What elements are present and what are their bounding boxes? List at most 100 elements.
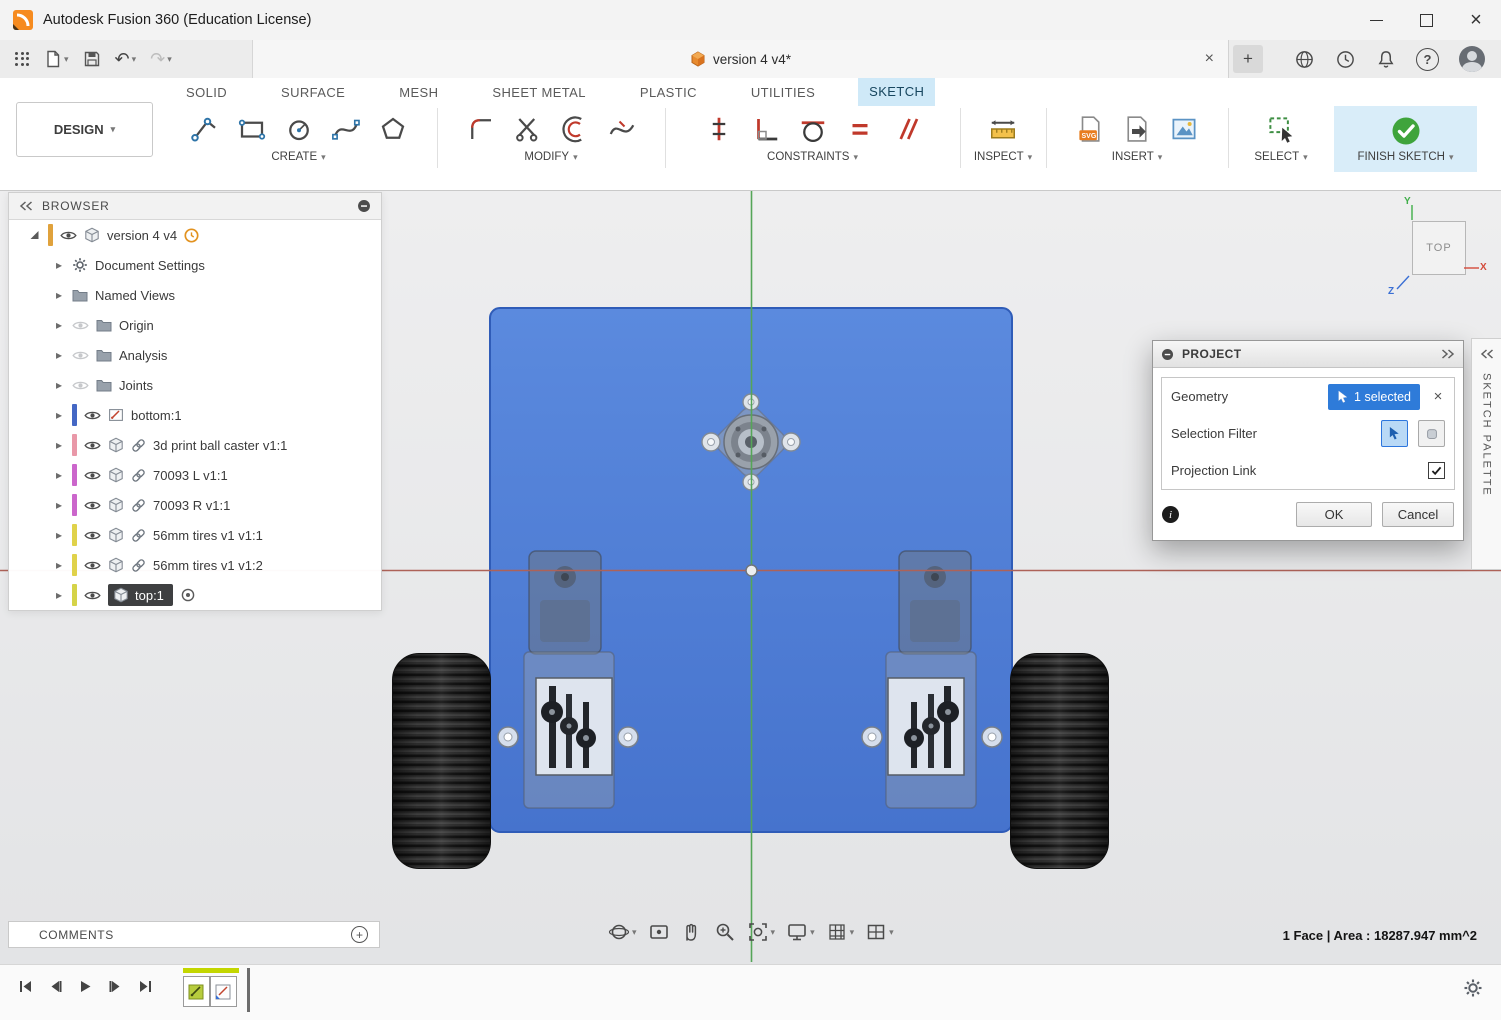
expand-panel-icon[interactable] bbox=[1480, 349, 1494, 359]
close-document-icon[interactable]: × bbox=[1205, 50, 1214, 68]
viewports-button[interactable]: ▾ bbox=[863, 919, 896, 945]
maximize-button[interactable] bbox=[1401, 0, 1451, 40]
bell-icon[interactable] bbox=[1376, 49, 1396, 70]
zoom-fit-button[interactable]: ▾ bbox=[745, 919, 778, 945]
expand-right-icon[interactable] bbox=[1441, 349, 1455, 359]
clear-selection-icon[interactable]: × bbox=[1431, 388, 1445, 405]
help-icon[interactable]: ? bbox=[1416, 48, 1439, 71]
browser-item-70093-r[interactable]: ▸ 70093 R v1:1 bbox=[9, 490, 381, 520]
geometry-selected-chip[interactable]: 1 selected bbox=[1328, 384, 1420, 410]
constraint-parallel[interactable] bbox=[889, 111, 925, 147]
expand-arrow-icon[interactable]: ▸ bbox=[53, 558, 65, 572]
timeline-position-marker[interactable] bbox=[247, 968, 250, 1012]
circle-tool[interactable] bbox=[281, 111, 317, 147]
insert-group-label[interactable]: INSERT bbox=[1112, 151, 1154, 163]
zoom-button[interactable] bbox=[712, 919, 738, 945]
expand-arrow-icon[interactable]: ▸ bbox=[53, 438, 65, 452]
new-document-button[interactable]: + bbox=[1233, 45, 1263, 73]
constraint-perpendicular[interactable] bbox=[748, 111, 784, 147]
expand-arrow-icon[interactable]: ▸ bbox=[53, 408, 65, 422]
visibility-eye-icon[interactable] bbox=[84, 410, 101, 421]
visibility-eye-icon[interactable] bbox=[72, 380, 89, 391]
tab-solid[interactable]: SOLID bbox=[186, 85, 227, 100]
view-cube[interactable]: TOP Y X Z bbox=[1385, 198, 1489, 302]
selected-item-highlight[interactable]: top:1 bbox=[108, 584, 173, 606]
look-at-button[interactable] bbox=[646, 919, 672, 945]
close-window-button[interactable]: × bbox=[1451, 0, 1501, 40]
visibility-eye-icon[interactable] bbox=[72, 350, 89, 361]
document-tab[interactable]: version 4 v4* × bbox=[253, 40, 1229, 78]
browser-item-tires-2[interactable]: ▸ 56mm tires v1 v1:2 bbox=[9, 550, 381, 580]
timeline-feature-sketch-1[interactable] bbox=[183, 976, 210, 1007]
avatar[interactable] bbox=[1459, 46, 1485, 72]
offset-tool[interactable] bbox=[557, 111, 593, 147]
tab-surface[interactable]: SURFACE bbox=[281, 85, 345, 100]
add-comment-icon[interactable]: + bbox=[351, 926, 368, 943]
tab-plastic[interactable]: PLASTIC bbox=[640, 85, 697, 100]
browser-item-tires-1[interactable]: ▸ 56mm tires v1 v1:1 bbox=[9, 520, 381, 550]
visibility-eye-icon[interactable] bbox=[60, 230, 77, 241]
activate-component-icon[interactable] bbox=[180, 587, 196, 603]
display-settings-button[interactable]: ▾ bbox=[784, 919, 817, 945]
collapse-left-icon[interactable] bbox=[19, 201, 33, 211]
redo-button[interactable]: ↷▾ bbox=[145, 47, 177, 71]
globe-icon[interactable] bbox=[1294, 49, 1315, 70]
design-workspace-selector[interactable]: DESIGN ▾ bbox=[16, 102, 153, 157]
selection-filter-body-button[interactable] bbox=[1418, 420, 1445, 447]
constraints-group-label[interactable]: CONSTRAINTS bbox=[767, 151, 849, 163]
expand-arrow-icon[interactable]: ▸ bbox=[53, 588, 65, 602]
browser-item-root[interactable]: version 4 v4 bbox=[9, 220, 381, 250]
play-button[interactable] bbox=[78, 979, 93, 994]
create-group-label[interactable]: CREATE bbox=[271, 151, 317, 163]
skip-to-end-button[interactable] bbox=[138, 979, 153, 994]
spline-tool[interactable] bbox=[328, 111, 364, 147]
pan-button[interactable] bbox=[679, 919, 705, 945]
sketch-line-tool[interactable] bbox=[187, 111, 223, 147]
select-group-label[interactable]: SELECT bbox=[1254, 151, 1299, 163]
expanded-arrow-icon[interactable] bbox=[29, 230, 41, 241]
expand-arrow-icon[interactable]: ▸ bbox=[53, 528, 65, 542]
timeline-feature-sketch-2[interactable] bbox=[210, 976, 237, 1007]
curve-tool[interactable] bbox=[604, 111, 640, 147]
browser-item-analysis[interactable]: ▸ Analysis bbox=[9, 340, 381, 370]
tab-sketch[interactable]: SKETCH bbox=[858, 78, 935, 106]
browser-item-bottom-component[interactable]: ▸ bottom:1 bbox=[9, 400, 381, 430]
minimize-panel-icon[interactable] bbox=[357, 199, 371, 213]
visibility-eye-icon[interactable] bbox=[84, 470, 101, 481]
step-forward-button[interactable] bbox=[108, 979, 123, 994]
sketch-palette-tab[interactable]: SKETCH PALETTE bbox=[1471, 338, 1501, 570]
grid-settings-button[interactable]: ▾ bbox=[824, 919, 857, 945]
insert-derive-tool[interactable] bbox=[1119, 111, 1155, 147]
rectangle-tool[interactable] bbox=[234, 111, 270, 147]
expand-arrow-icon[interactable]: ▸ bbox=[53, 258, 65, 272]
constraint-equal[interactable] bbox=[842, 111, 878, 147]
orbit-button[interactable]: ▾ bbox=[606, 919, 639, 945]
save-button[interactable] bbox=[78, 47, 106, 71]
insert-canvas-tool[interactable] bbox=[1166, 111, 1202, 147]
info-icon[interactable]: i bbox=[1162, 506, 1179, 523]
timeline-settings-gear-icon[interactable] bbox=[1463, 978, 1483, 998]
modify-group-label[interactable]: MODIFY bbox=[524, 151, 569, 163]
window-select-tool[interactable] bbox=[1263, 111, 1299, 147]
projection-link-checkbox[interactable] bbox=[1428, 462, 1445, 479]
project-dialog-header[interactable]: PROJECT bbox=[1153, 341, 1463, 368]
expand-arrow-icon[interactable]: ▸ bbox=[53, 498, 65, 512]
browser-item-origin[interactable]: ▸ Origin bbox=[9, 310, 381, 340]
browser-item-top-component[interactable]: ▸ top:1 bbox=[9, 580, 381, 610]
comments-bar[interactable]: COMMENTS + bbox=[8, 921, 380, 948]
visibility-eye-icon[interactable] bbox=[84, 590, 101, 601]
browser-item-named-views[interactable]: ▸ Named Views bbox=[9, 280, 381, 310]
tab-sheet-metal[interactable]: SHEET METAL bbox=[492, 85, 586, 100]
browser-item-70093-l[interactable]: ▸ 70093 L v1:1 bbox=[9, 460, 381, 490]
inspect-group-label[interactable]: INSPECT bbox=[974, 151, 1024, 163]
selection-filter-window-button[interactable] bbox=[1381, 420, 1408, 447]
data-panel-button[interactable] bbox=[10, 49, 35, 70]
left-tire[interactable] bbox=[393, 654, 490, 868]
fillet-tool[interactable] bbox=[463, 111, 499, 147]
step-back-button[interactable] bbox=[48, 979, 63, 994]
file-menu-button[interactable]: ▾ bbox=[39, 47, 74, 71]
expand-arrow-icon[interactable]: ▸ bbox=[53, 378, 65, 392]
visibility-eye-icon[interactable] bbox=[84, 500, 101, 511]
visibility-eye-icon[interactable] bbox=[84, 440, 101, 451]
tab-mesh[interactable]: MESH bbox=[399, 85, 438, 100]
